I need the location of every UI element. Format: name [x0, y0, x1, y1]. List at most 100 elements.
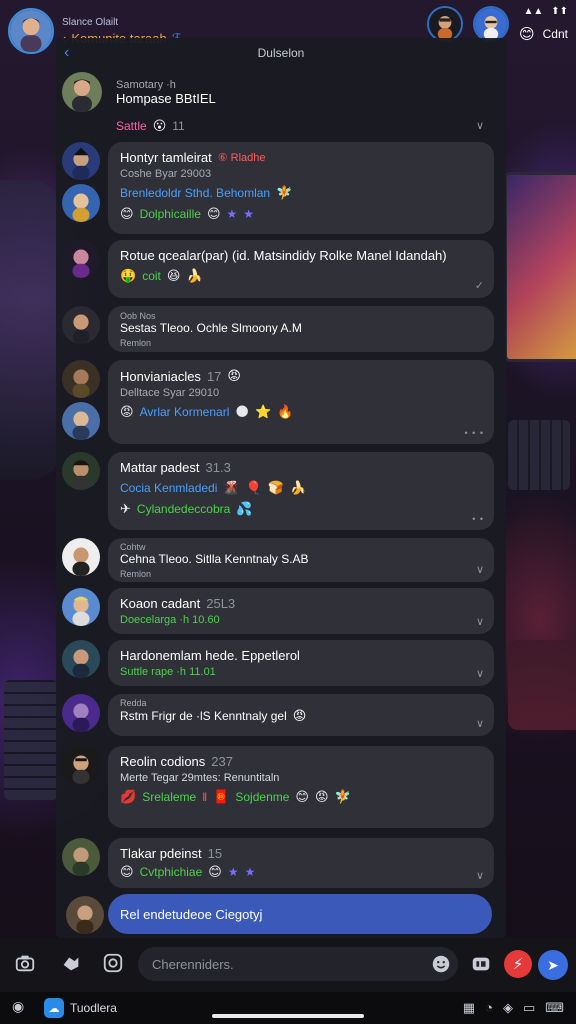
chevron-down-icon[interactable]: ∨: [476, 615, 484, 628]
voice-message-icon[interactable]: ➤: [538, 950, 568, 980]
avatar[interactable]: [62, 402, 100, 440]
reaction-emoji-icon[interactable]: 😊: [519, 25, 535, 43]
list-item[interactable]: Hontyr tamleirat ⑥ Rladhe Coshe Byar 290…: [62, 142, 494, 234]
screen-icon[interactable]: ▭: [523, 1000, 535, 1016]
message-bubble[interactable]: Hontyr tamleirat ⑥ Rladhe Coshe Byar 290…: [108, 142, 494, 234]
avatar[interactable]: [62, 838, 100, 876]
message-text: Brenledoldr Sthd. Behomlan: [120, 186, 271, 200]
emoji-icon: ✈: [120, 501, 131, 516]
avatar[interactable]: [62, 240, 100, 278]
message-bubble[interactable]: Samotary ·h Hompase BBtIEL Sattle 😮 11 ∨: [110, 72, 494, 138]
list-item[interactable]: Koaon cadant 25L3 Doecelarga ·h 10.60 ∨: [62, 588, 494, 634]
chevron-down-icon[interactable]: ∨: [476, 869, 484, 882]
message-bubble[interactable]: Reolin codions 237 Merte Tegar 29mtes: R…: [108, 746, 494, 828]
message-bubble[interactable]: Oob Nos Sestas Tleoo. Ochle Slmoony A.M …: [108, 306, 494, 352]
member-avatar-2[interactable]: [473, 6, 509, 42]
message-text-2: Cylandedeccobra: [136, 502, 231, 516]
taskbar-app[interactable]: ☁ Tuodlera: [44, 998, 117, 1018]
message-composer: ⚡ ➤: [0, 938, 576, 992]
pause-icon: ‖: [202, 790, 208, 804]
avatar[interactable]: [62, 306, 100, 344]
sender-name: Redda: [120, 698, 147, 708]
list-item[interactable]: Hardonemlam hede. Eppetlerol Suttle rape…: [62, 640, 494, 686]
list-item[interactable]: Reolin codions 237 Merte Tegar 29mtes: R…: [62, 746, 494, 828]
message-text: Avrlar Kormenarl: [139, 405, 230, 419]
channel-avatar[interactable]: [8, 8, 54, 54]
message-text: Cocia Kenmladedi: [120, 481, 218, 495]
keyboard-icon[interactable]: ⌨: [545, 1000, 564, 1016]
panel-back-icon[interactable]: ‹: [64, 44, 69, 62]
avatar[interactable]: [62, 640, 100, 678]
avatar[interactable]: [62, 746, 100, 784]
more-dots-icon[interactable]: • • •: [465, 428, 484, 438]
sticker-icon[interactable]: [58, 950, 84, 976]
avatar[interactable]: [62, 538, 100, 576]
message-meta-2: Remlon: [120, 338, 152, 348]
cloud-icon: ☁: [44, 998, 64, 1018]
list-item[interactable]: Samotary ·h Hompase BBtIEL Sattle 😮 11 ∨: [62, 72, 494, 138]
list-item[interactable]: Redda Rstm Frigr de ·lS Kenntnaly gel 😡 …: [62, 694, 494, 736]
clock-icon[interactable]: ◔: [485, 1000, 493, 1016]
list-item[interactable]: Oob Nos Sestas Tleoo. Ochle Slmoony A.M …: [62, 306, 494, 352]
chevron-down-icon[interactable]: ∨: [476, 717, 484, 730]
avatar[interactable]: [62, 694, 100, 732]
header-action-label[interactable]: Cdnt: [543, 27, 568, 41]
read-check-icon: ✓: [474, 280, 484, 292]
emoji-icon: 🍌: [289, 480, 307, 495]
chevron-down-icon[interactable]: ∨: [476, 563, 484, 576]
sender-name: Hontyr tamleirat: [120, 150, 212, 165]
avatar[interactable]: [62, 72, 102, 112]
member-avatar-1[interactable]: [427, 6, 463, 42]
list-item[interactable]: Tlakar pdeinst 15 😊 Cvtphichiae 😊 ★ ★ ∨: [62, 838, 494, 888]
message-count: 11: [172, 119, 185, 133]
message-bubble[interactable]: Cohtw Cehna Tleoo. Sitlla Kenntnaly S.AB…: [108, 538, 494, 582]
home-indicator[interactable]: [212, 1014, 364, 1018]
sender-tag: ⑥ Rladhe: [217, 152, 266, 164]
attach-icon[interactable]: [100, 950, 126, 976]
more-dots-icon[interactable]: • •: [472, 514, 484, 524]
avatar[interactable]: [66, 896, 104, 934]
message-bubble[interactable]: Tlakar pdeinst 15 😊 Cvtphichiae 😊 ★ ★ ∨: [108, 838, 494, 888]
boost-icon[interactable]: ⚡: [504, 950, 532, 978]
message-meta: Delltace Syar 29010: [120, 387, 220, 399]
message-bubble[interactable]: Koaon cadant 25L3 Doecelarga ·h 10.60 ∨: [108, 588, 494, 634]
message-meta-2: Remlon: [120, 569, 152, 579]
grid-icon[interactable]: ▦: [463, 1000, 475, 1016]
star-icon: ★: [227, 865, 239, 879]
channel-subtitle: Slance Olailt: [62, 16, 119, 28]
message-text: Srelaleme: [142, 790, 197, 804]
message-count: 17: [206, 368, 222, 384]
chevron-down-icon[interactable]: ∨: [476, 119, 484, 132]
avatar[interactable]: [62, 452, 100, 490]
list-item[interactable]: Cohtw Cehna Tleoo. Sitlla Kenntnaly S.AB…: [62, 538, 494, 582]
sender-name: Hardonemlam hede. Eppetlerol: [120, 648, 300, 663]
message-bubble[interactable]: Mattar padest 31.3 Cocia Kenmladedi 🌋 🎈 …: [108, 452, 494, 530]
message-bubble[interactable]: Hardonemlam hede. Eppetlerol Suttle rape…: [108, 640, 494, 686]
list-item[interactable]: Honvianiacles 17 😡 Delltace Syar 29010 😡…: [62, 360, 494, 444]
emoji-icon: 😡: [292, 708, 307, 723]
signal-icon: ▲▲: [523, 6, 544, 17]
emoji-picker-icon[interactable]: [428, 951, 454, 977]
avatar[interactable]: [62, 184, 100, 222]
emoji-icon: 🧚: [334, 789, 351, 804]
sender-name: Oob Nos: [120, 311, 156, 321]
gif-icon[interactable]: [468, 951, 494, 977]
avatar[interactable]: [62, 588, 100, 626]
draft-message-pill[interactable]: Rel endetudeoe Ciegotyj: [108, 894, 492, 934]
message-input[interactable]: [138, 947, 458, 981]
message-bubble[interactable]: Redda Rstm Frigr de ·lS Kenntnaly gel 😡 …: [108, 694, 494, 736]
emoji-icon: 🧧: [213, 789, 230, 804]
list-item[interactable]: Rotue qcealar(par) (id. Matsindidy Rolke…: [62, 240, 494, 298]
emoji-icon: 😊: [120, 206, 134, 221]
message-bubble[interactable]: Honvianiacles 17 😡 Delltace Syar 29010 😡…: [108, 360, 494, 444]
camera-icon[interactable]: [12, 950, 38, 976]
chevron-down-icon[interactable]: ∨: [476, 667, 484, 680]
avatar[interactable]: [62, 142, 100, 180]
list-item[interactable]: Mattar padest 31.3 Cocia Kenmladedi 🌋 🎈 …: [62, 452, 494, 530]
notification-icon[interactable]: ◉: [12, 998, 24, 1015]
message-bubble[interactable]: Rotue qcealar(par) (id. Matsindidy Rolke…: [108, 240, 494, 298]
emoji-icon: 😆: [166, 268, 181, 283]
emoji-icon: 🌑: [235, 404, 249, 419]
avatar[interactable]: [62, 360, 100, 398]
compass-icon[interactable]: ◈: [503, 1000, 513, 1016]
